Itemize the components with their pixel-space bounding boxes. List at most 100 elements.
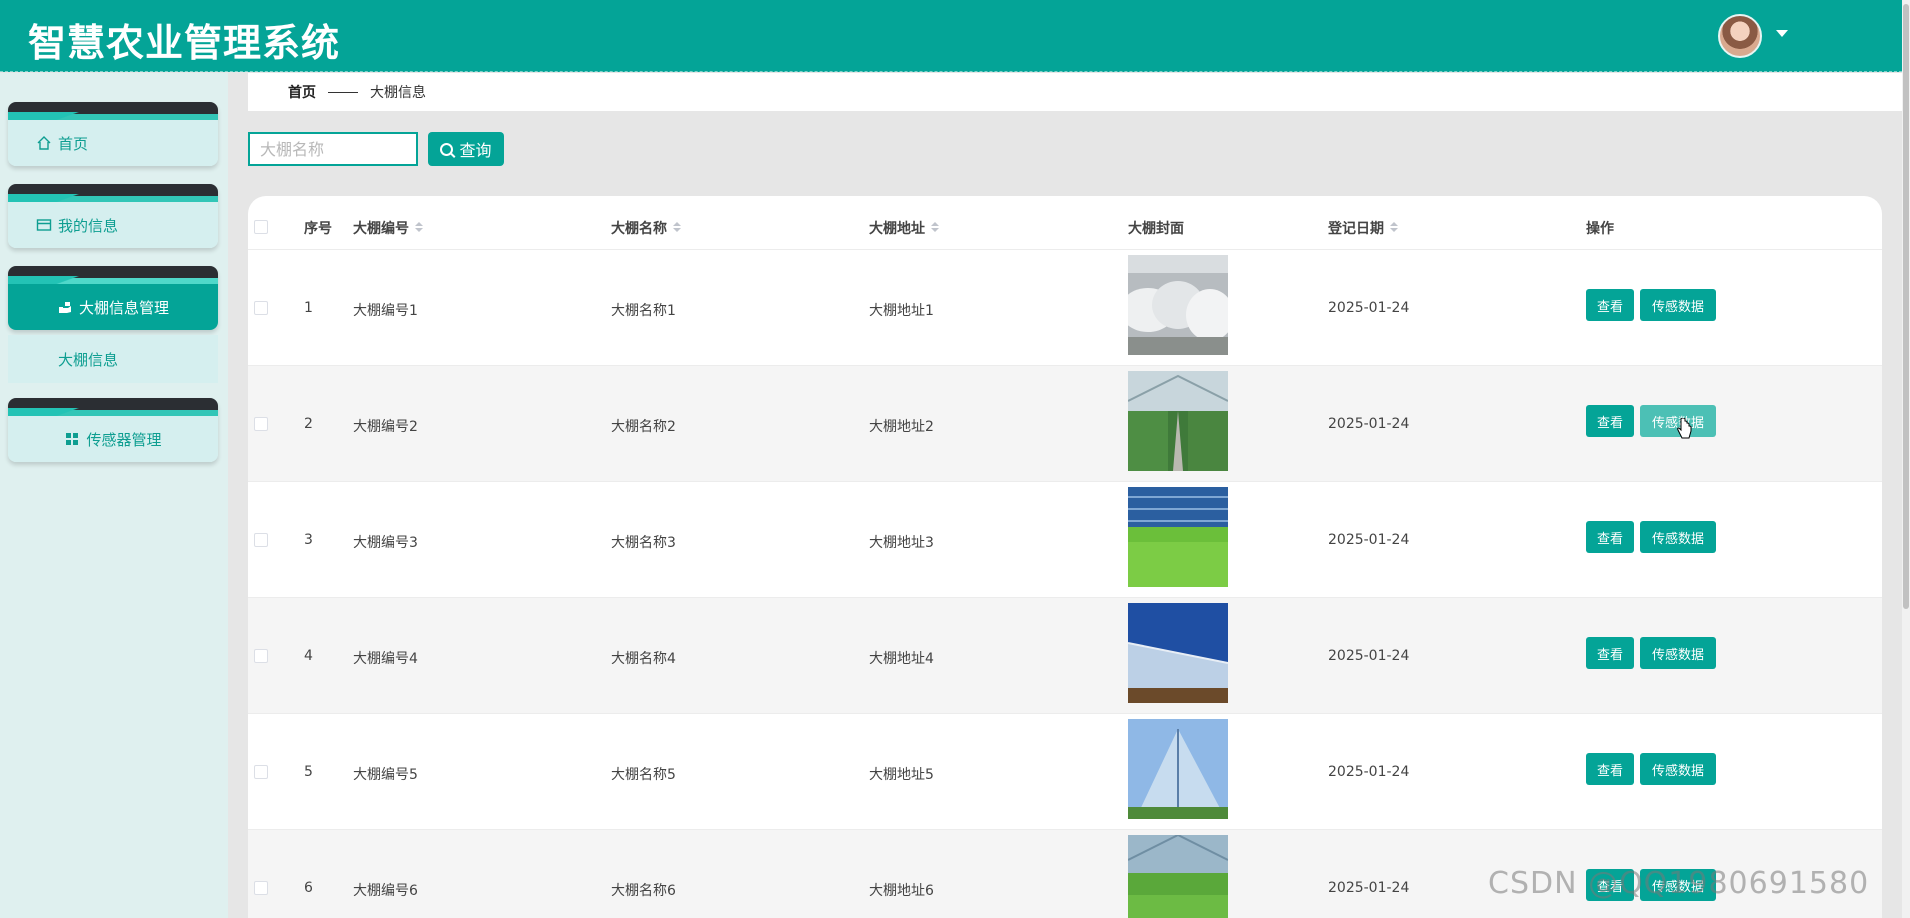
row-checkbox[interactable] [254, 417, 268, 431]
greenhouse-cover-image[interactable] [1128, 719, 1228, 819]
sidebar-subitem-label: 大棚信息 [58, 350, 119, 369]
cell-date: 2025-01-24 [1328, 648, 1410, 664]
col-header-no: 序号 [304, 221, 332, 237]
menu-cap [8, 102, 218, 120]
table-row[interactable]: 4 大棚编号4 大棚名称4 大棚地址4 2025-01-24 查看 传感数据 [248, 598, 1882, 714]
cell-code: 大棚编号6 [353, 883, 418, 899]
sidebar-item-greenhouse-mgmt[interactable]: 大棚信息管理 [8, 266, 218, 330]
sidebar-subitem-greenhouse-info[interactable]: 大棚信息 [8, 335, 218, 383]
page-scrollbar[interactable] [1902, 0, 1910, 918]
sidebar-item-label: 传感器管理 [86, 430, 162, 449]
cell-date: 2025-01-24 [1328, 416, 1410, 432]
sidebar-item-label: 首页 [58, 134, 89, 153]
chevron-down-icon[interactable] [1776, 30, 1788, 37]
watermark: CSDN @QQ1980691580 [1488, 866, 1870, 901]
cell-no: 4 [304, 648, 313, 664]
greenhouse-cover-image[interactable] [1128, 255, 1228, 355]
user-avatar[interactable] [1718, 14, 1762, 58]
select-all-checkbox[interactable] [254, 220, 268, 234]
search-input[interactable] [248, 132, 418, 166]
cell-address: 大棚地址1 [869, 303, 934, 319]
col-header-label: 大棚编号 [353, 221, 409, 237]
cell-code: 大棚编号3 [353, 535, 418, 551]
sidebar-item-my-info[interactable]: 我的信息 [8, 184, 218, 248]
row-checkbox[interactable] [254, 881, 268, 895]
menu-cap [8, 184, 218, 202]
col-header-actions: 操作 [1586, 221, 1614, 237]
cell-code: 大棚编号4 [353, 651, 418, 667]
sort-icon[interactable] [1390, 222, 1398, 234]
search-button-label: 查询 [459, 143, 492, 160]
table-row[interactable]: 2 大棚编号2 大棚名称2 大棚地址2 2025-01-24 查看 传感数据 [248, 366, 1882, 482]
col-header-code[interactable]: 大棚编号 [353, 218, 423, 238]
greenhouse-cover-image[interactable] [1128, 603, 1228, 703]
sort-icon[interactable] [673, 222, 681, 234]
row-checkbox[interactable] [254, 301, 268, 315]
sidebar-item-home[interactable]: 首页 [8, 102, 218, 166]
cell-date: 2025-01-24 [1328, 300, 1410, 316]
cell-code: 大棚编号1 [353, 303, 418, 319]
cell-name: 大棚名称3 [611, 535, 676, 551]
sidebar-item-home-row[interactable]: 首页 [8, 114, 218, 166]
greenhouse-cover-image[interactable] [1128, 835, 1228, 918]
breadcrumb-separator [328, 91, 358, 93]
cell-no: 3 [304, 532, 313, 548]
cell-name: 大棚名称2 [611, 419, 676, 435]
col-header-address[interactable]: 大棚地址 [869, 218, 939, 238]
cell-date: 2025-01-24 [1328, 764, 1410, 780]
view-button[interactable]: 查看 [1586, 405, 1634, 437]
home-icon [37, 136, 51, 150]
cell-no: 1 [304, 300, 313, 316]
view-button[interactable]: 查看 [1586, 289, 1634, 321]
cell-address: 大棚地址4 [869, 651, 934, 667]
col-header-date[interactable]: 登记日期 [1328, 218, 1398, 238]
table-row[interactable]: 3 大棚编号3 大棚名称3 大棚地址3 2025-01-24 查看 传感数据 [248, 482, 1882, 598]
sidebar-item-my-info-row[interactable]: 我的信息 [8, 196, 218, 248]
cell-address: 大棚地址6 [869, 883, 934, 899]
sidebar-item-greenhouse-mgmt-row[interactable]: 大棚信息管理 [8, 278, 218, 330]
greenhouse-table: 序号 大棚编号 大棚名称 大棚地址 大棚封面 登记日期 操作 1 大棚编号1 大… [248, 196, 1882, 918]
breadcrumb: 首页 大棚信息 [248, 73, 1902, 111]
cell-name: 大棚名称1 [611, 303, 676, 319]
card-icon [36, 219, 52, 231]
grid-icon [66, 433, 79, 445]
cell-name: 大棚名称4 [611, 651, 676, 667]
sensor-data-button[interactable]: 传感数据 [1640, 521, 1716, 553]
cell-no: 5 [304, 764, 313, 780]
sensor-data-button[interactable]: 传感数据 [1640, 637, 1716, 669]
breadcrumb-current: 大棚信息 [370, 85, 426, 101]
cell-no: 2 [304, 416, 313, 432]
sensor-data-button[interactable]: 传感数据 [1640, 289, 1716, 321]
breadcrumb-home[interactable]: 首页 [288, 82, 316, 102]
greenhouse-cover-image[interactable] [1128, 371, 1228, 471]
row-checkbox[interactable] [254, 649, 268, 663]
cell-code: 大棚编号5 [353, 767, 418, 783]
sidebar-item-label: 大棚信息管理 [78, 298, 169, 317]
cell-code: 大棚编号2 [353, 419, 418, 435]
col-header-label: 大棚地址 [869, 221, 925, 237]
table-row[interactable]: 5 大棚编号5 大棚名称5 大棚地址5 2025-01-24 查看 传感数据 [248, 714, 1882, 830]
app-title: 智慧农业管理系统 [28, 21, 341, 65]
sidebar-item-label: 我的信息 [58, 216, 119, 235]
sensor-data-button[interactable]: 传感数据 [1640, 753, 1716, 785]
sort-icon[interactable] [931, 222, 939, 234]
sort-icon[interactable] [415, 222, 423, 234]
search-button[interactable]: 查询 [428, 132, 504, 166]
cell-name: 大棚名称5 [611, 767, 676, 783]
row-checkbox[interactable] [254, 533, 268, 547]
sidebar-item-sensor-mgmt[interactable]: 传感器管理 [8, 398, 218, 462]
row-checkbox[interactable] [254, 765, 268, 779]
view-button[interactable]: 查看 [1586, 753, 1634, 785]
hand-icon [58, 302, 71, 313]
scrollbar-thumb[interactable] [1903, 4, 1909, 609]
view-button[interactable]: 查看 [1586, 521, 1634, 553]
table-row[interactable]: 1 大棚编号1 大棚名称1 大棚地址1 2025-01-24 查看 传感数据 [248, 250, 1882, 366]
view-button[interactable]: 查看 [1586, 637, 1634, 669]
greenhouse-cover-image[interactable] [1128, 487, 1228, 587]
cell-address: 大棚地址3 [869, 535, 934, 551]
sidebar-item-sensor-mgmt-row[interactable]: 传感器管理 [8, 410, 218, 462]
col-header-name[interactable]: 大棚名称 [611, 218, 681, 238]
col-header-label: 登记日期 [1328, 221, 1384, 237]
cell-date: 2025-01-24 [1328, 880, 1410, 896]
cell-address: 大棚地址2 [869, 419, 934, 435]
